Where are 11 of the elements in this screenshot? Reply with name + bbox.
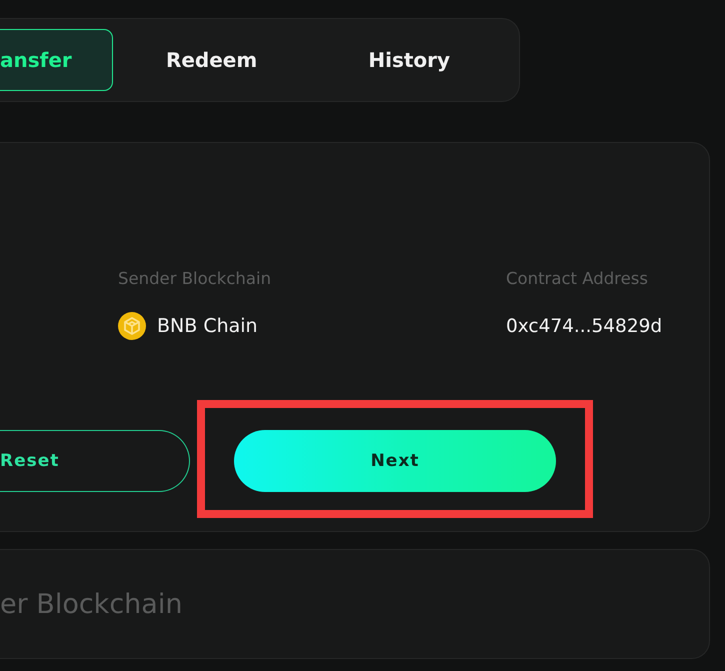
section-title: er Blockchain	[0, 588, 182, 620]
tab[interactable]: Redeem	[112, 29, 310, 91]
tab[interactable]: History	[310, 29, 508, 91]
field-label: Contract Address	[506, 270, 648, 288]
next-button[interactable]: Next	[234, 430, 556, 492]
coin-icon	[118, 312, 146, 340]
tab[interactable]: ansfer	[0, 29, 113, 91]
reset-button[interactable]: Reset	[0, 430, 190, 492]
field-value: 0xc474...54829d	[506, 316, 662, 336]
field-value: BNB Chain	[157, 315, 258, 337]
field-label: Sender Blockchain	[118, 270, 272, 288]
